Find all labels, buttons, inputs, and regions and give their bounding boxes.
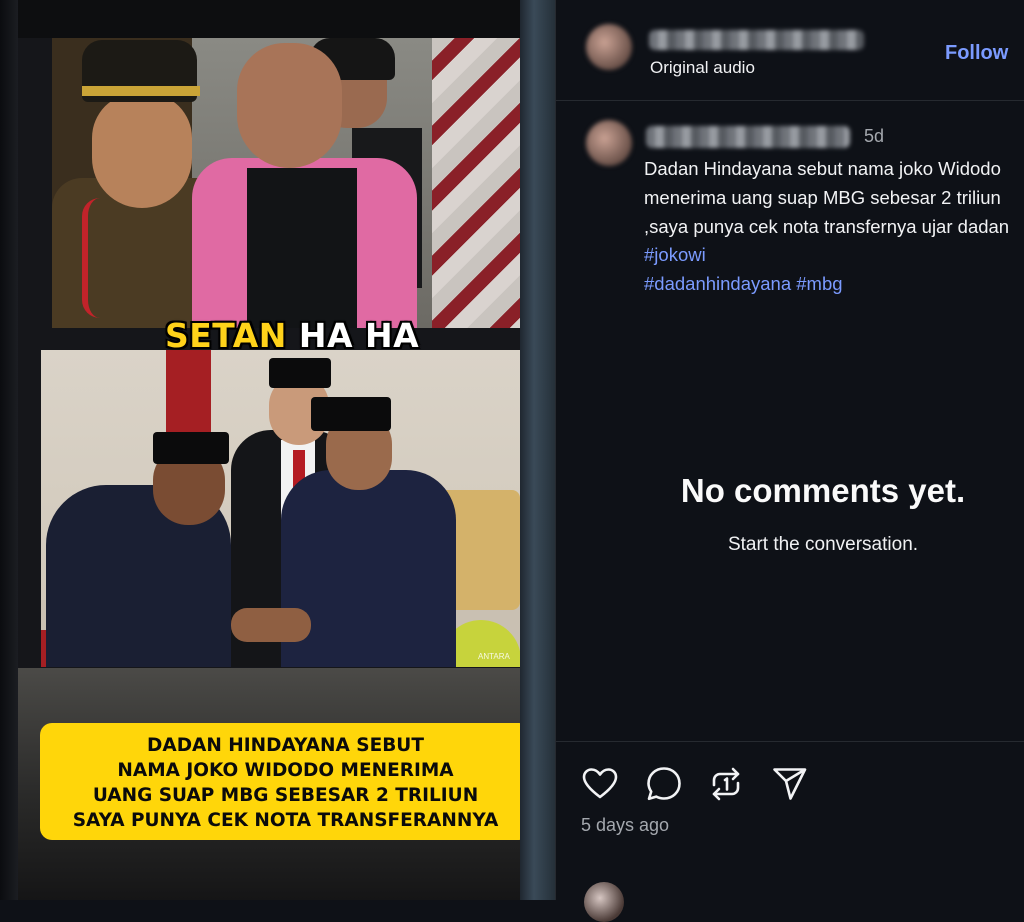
banner-line: SAYA PUNYA CEK NOTA TRANSFERANNYA xyxy=(72,810,499,831)
media-top-strip xyxy=(18,0,520,38)
caption-author-avatar[interactable] xyxy=(586,120,632,166)
heart-icon[interactable] xyxy=(580,764,620,804)
photo-top xyxy=(52,38,520,328)
black-shirt xyxy=(247,168,357,328)
hashtag-link[interactable]: #dadanhindayana xyxy=(644,273,791,294)
caption-author-name-blurred[interactable] xyxy=(646,126,850,148)
actions-separator xyxy=(556,741,1024,742)
banner-line: UANG SUAP MBG SEBESAR 2 TRILIUN xyxy=(92,785,479,806)
post-caption: Dadan Hindayana sebut nama joko Widodo m… xyxy=(644,155,1016,299)
comment-icon[interactable] xyxy=(644,764,684,804)
hashtag-link[interactable]: #mbg xyxy=(796,273,842,294)
empty-comments-title: No comments yet. xyxy=(680,472,966,509)
author-name-blurred[interactable] xyxy=(649,30,864,50)
headline-banner-text: DADAN HINDAYANA SEBUT NAMA JOKO WIDODO M… xyxy=(40,733,531,833)
officer-red-cord xyxy=(82,198,118,318)
share-icon[interactable] xyxy=(770,764,810,804)
right-man-suit xyxy=(281,470,456,667)
banner-line: DADAN HINDAYANA SEBUT xyxy=(147,735,424,756)
current-user-avatar[interactable] xyxy=(584,882,624,922)
author-avatar[interactable] xyxy=(586,24,632,70)
photo-watermark: ANTARA xyxy=(478,652,510,661)
banner-line: NAMA JOKO WIDODO MENERIMA xyxy=(117,760,454,781)
post-media[interactable]: SETAN HA HA ANTARA DADAN HINDAYANA SEBUT… xyxy=(0,0,555,900)
media-right-edge xyxy=(520,0,555,900)
caption-text: Dadan Hindayana sebut nama joko Widodo m… xyxy=(644,158,1010,237)
empty-comments-subtitle: Start the conversation. xyxy=(727,534,919,555)
hashtag-link[interactable]: #jokowi xyxy=(644,244,706,265)
post-time[interactable]: 5d xyxy=(864,126,884,147)
background-wall xyxy=(432,38,520,328)
right-man-peci xyxy=(311,397,391,431)
handshake xyxy=(231,608,311,642)
panel-divider xyxy=(555,0,556,900)
left-man-peci xyxy=(153,432,229,464)
media-left-edge xyxy=(0,0,18,900)
repost-icon[interactable] xyxy=(706,764,746,804)
photo-bottom: ANTARA xyxy=(41,350,520,667)
post-timestamp[interactable]: 5 days ago xyxy=(581,815,669,836)
officer-head xyxy=(92,93,192,208)
officer-cap-band xyxy=(82,86,200,96)
bald-man-head xyxy=(237,43,342,168)
middle-man-peci xyxy=(269,358,331,388)
header-separator xyxy=(556,100,1024,101)
follow-button[interactable]: Follow xyxy=(945,42,1008,65)
audio-label[interactable]: Original audio xyxy=(650,58,755,78)
